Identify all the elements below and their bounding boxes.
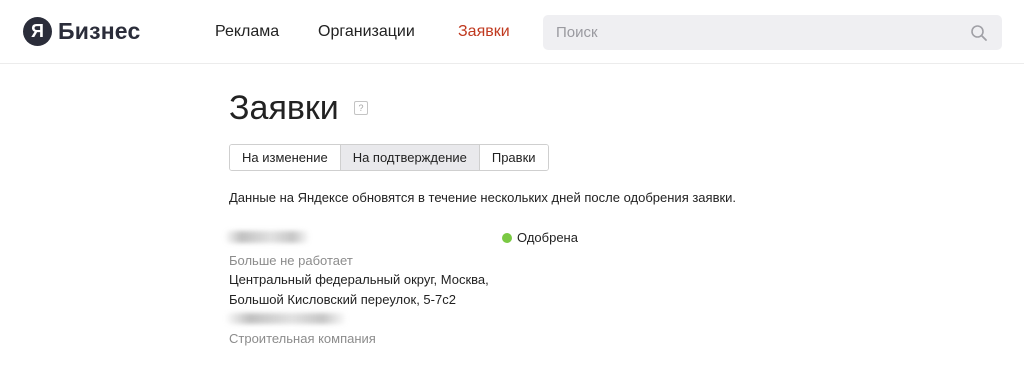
address-line-1: Центральный федеральный округ, Москва, xyxy=(229,272,489,287)
info-notice: Данные на Яндексе обновятся в течение не… xyxy=(229,190,737,205)
field-note: Больше не работает xyxy=(229,253,353,268)
yandex-business-logo[interactable]: Я Бизнес xyxy=(23,15,140,47)
top-header: Я Бизнес Реклама Организации Заявки xyxy=(0,0,1024,64)
search-icon[interactable] xyxy=(970,24,988,42)
nav-organizations[interactable]: Организации xyxy=(318,22,415,42)
logo-text: Бизнес xyxy=(58,17,141,44)
page-title: Заявки xyxy=(229,89,339,127)
status-badge: Одобрена xyxy=(502,230,578,246)
nav-requests[interactable]: Заявки xyxy=(458,22,510,42)
redacted-detail xyxy=(225,313,347,324)
tab-edits[interactable]: Правки xyxy=(479,145,548,170)
status-dot-icon xyxy=(502,233,512,243)
yandex-logo-icon: Я xyxy=(23,16,52,46)
tab-on-confirmation[interactable]: На подтверждение xyxy=(340,145,480,170)
help-icon[interactable]: ? xyxy=(354,101,368,115)
category-label: Строительная компания xyxy=(229,331,376,346)
requests-tabs: На изменение На подтверждение Правки xyxy=(229,144,549,171)
status-label: Одобрена xyxy=(517,230,578,245)
redacted-organization-name xyxy=(224,231,310,243)
search-box xyxy=(543,15,1002,50)
search-input[interactable] xyxy=(543,15,963,50)
tab-on-change[interactable]: На изменение xyxy=(230,145,341,170)
nav-ads[interactable]: Реклама xyxy=(215,22,279,42)
address-line-2: Большой Кисловский переулок, 5-7с2 xyxy=(229,292,456,307)
